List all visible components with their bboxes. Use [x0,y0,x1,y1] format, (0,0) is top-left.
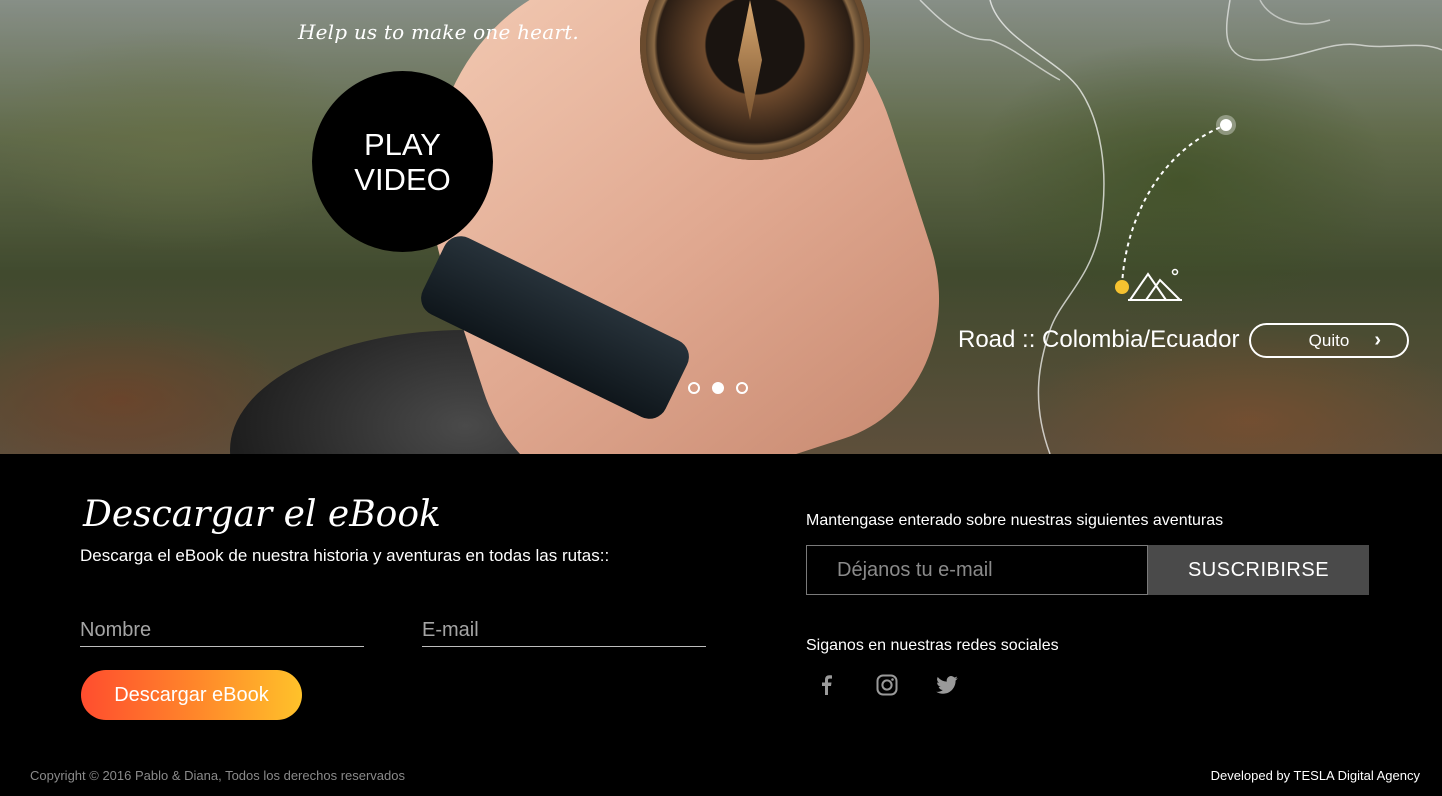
slider-dot-3[interactable] [736,382,748,394]
newsletter-email-input[interactable] [806,545,1148,595]
developer-credit: Developed by TESLA Digital Agency [1210,768,1420,783]
email-input[interactable] [422,614,706,647]
name-input[interactable] [80,614,364,647]
slider-dot-2[interactable] [712,382,724,394]
route-start-dot [1115,280,1129,294]
copyright-text: Copyright © 2016 Pablo & Diana, Todos lo… [30,768,406,783]
play-video-button[interactable]: PLAY VIDEO [312,71,493,252]
instagram-icon[interactable] [876,674,898,696]
footer-section: Descargar el eBook Descarga el eBook de … [0,454,1442,796]
chevron-right-icon: › [1374,329,1381,351]
play-video-label: PLAY VIDEO [343,127,463,197]
download-ebook-button[interactable]: Descargar eBook [81,670,302,720]
social-title: Siganos en nuestras redes sociales [806,637,1059,654]
play-video-text: PLAY VIDEO [354,126,451,197]
route-destination-label: Quito [1308,330,1350,350]
slider-dots [688,382,748,394]
ebook-title: Descargar el eBook [83,494,441,535]
route-destination-button[interactable]: Quito › [1249,323,1409,358]
hero-tagline: Help us to make one heart. [298,20,579,44]
twitter-icon[interactable] [936,674,958,696]
route-label: Road :: Colombia/Ecuador [958,326,1240,353]
facebook-icon[interactable] [815,674,837,696]
subscribe-button[interactable]: SUSCRIBIRSE [1148,545,1369,595]
newsletter-form: SUSCRIBIRSE [806,545,1369,595]
slider-dot-1[interactable] [688,382,700,394]
ebook-description: Descarga el eBook de nuestra historia y … [80,546,610,565]
mountain-icon [1128,268,1182,301]
newsletter-title: Mantengase enterado sobre nuestras sigui… [806,512,1224,529]
hero-banner: Help us to make one heart. PLAY VIDEO Roa… [0,0,1442,454]
